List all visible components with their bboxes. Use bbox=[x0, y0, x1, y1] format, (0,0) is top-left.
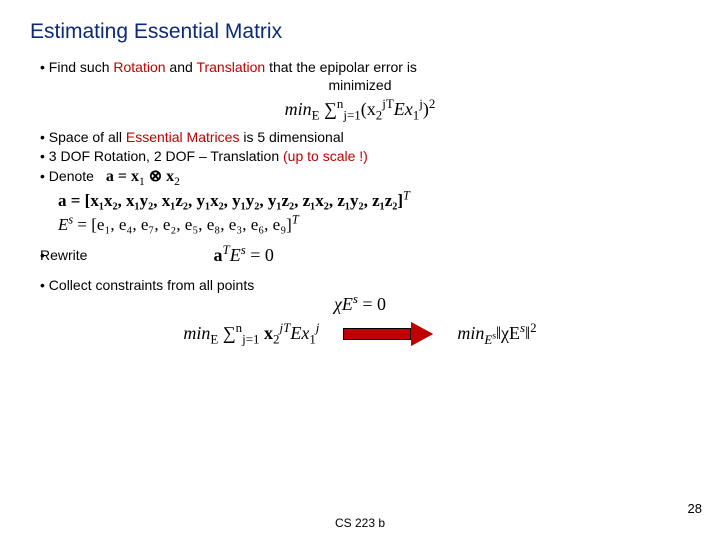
text: 3 DOF Rotation, 2 DOF – Translation bbox=[49, 148, 283, 164]
formula-a-vector: a = [x₁x₂, x₁y₂, x₁z₂, y₁x₂, y₁y₂, y₁z₂,… bbox=[58, 191, 690, 211]
bullet-denote: Denote a = x1 ⊗ x2 bbox=[40, 166, 690, 188]
arrow-icon bbox=[343, 324, 433, 344]
slide-title: Estimating Essential Matrix bbox=[30, 20, 690, 44]
formula-epipolar-error: minE ∑nj=1(x2jTEx1j)2 bbox=[30, 99, 690, 120]
text: and bbox=[166, 59, 197, 75]
formula-es-vector: Es = [e₁, e₄, e₇, e₂, e₅, e₈, e₃, e₆, e₉… bbox=[58, 215, 690, 235]
text: Rewrite bbox=[54, 246, 87, 265]
bullet-collect: Collect constraints from all points bbox=[40, 276, 690, 295]
bullet-rewrite: Rewrite aTEs = 0 bbox=[40, 243, 690, 267]
bullet-space: Space of all Essential Matrices is 5 dim… bbox=[40, 128, 690, 147]
arrow-row: minE ∑nj=1 x2jTEx1j minEs‖χEs‖2 bbox=[30, 323, 690, 344]
text-translation: Translation bbox=[196, 59, 265, 75]
formula-min-left: minE ∑nj=1 x2jTEx1j bbox=[183, 323, 319, 344]
footer-course: CS 223 b bbox=[30, 516, 690, 530]
text: Denote bbox=[49, 168, 94, 184]
formula-min-right: minEs‖χEs‖2 bbox=[457, 323, 536, 344]
bullet-dof: 3 DOF Rotation, 2 DOF – Translation (up … bbox=[40, 147, 690, 166]
text-scale: (up to scale !) bbox=[283, 148, 368, 164]
bullet-find: Find such Rotation and Translation that … bbox=[40, 58, 690, 77]
bullet-find-sub: minimized bbox=[30, 77, 690, 93]
text-essential: Essential Matrices bbox=[126, 129, 240, 145]
text: is 5 dimensional bbox=[239, 129, 343, 145]
text: that the epipolar error is bbox=[265, 59, 417, 75]
formula-chi: χEs = 0 bbox=[30, 294, 690, 315]
text-rotation: Rotation bbox=[113, 59, 165, 75]
text: Find such bbox=[49, 59, 114, 75]
page-number: 28 bbox=[688, 501, 702, 516]
text: Space of all bbox=[49, 129, 126, 145]
text: Collect constraints from all points bbox=[49, 277, 254, 293]
